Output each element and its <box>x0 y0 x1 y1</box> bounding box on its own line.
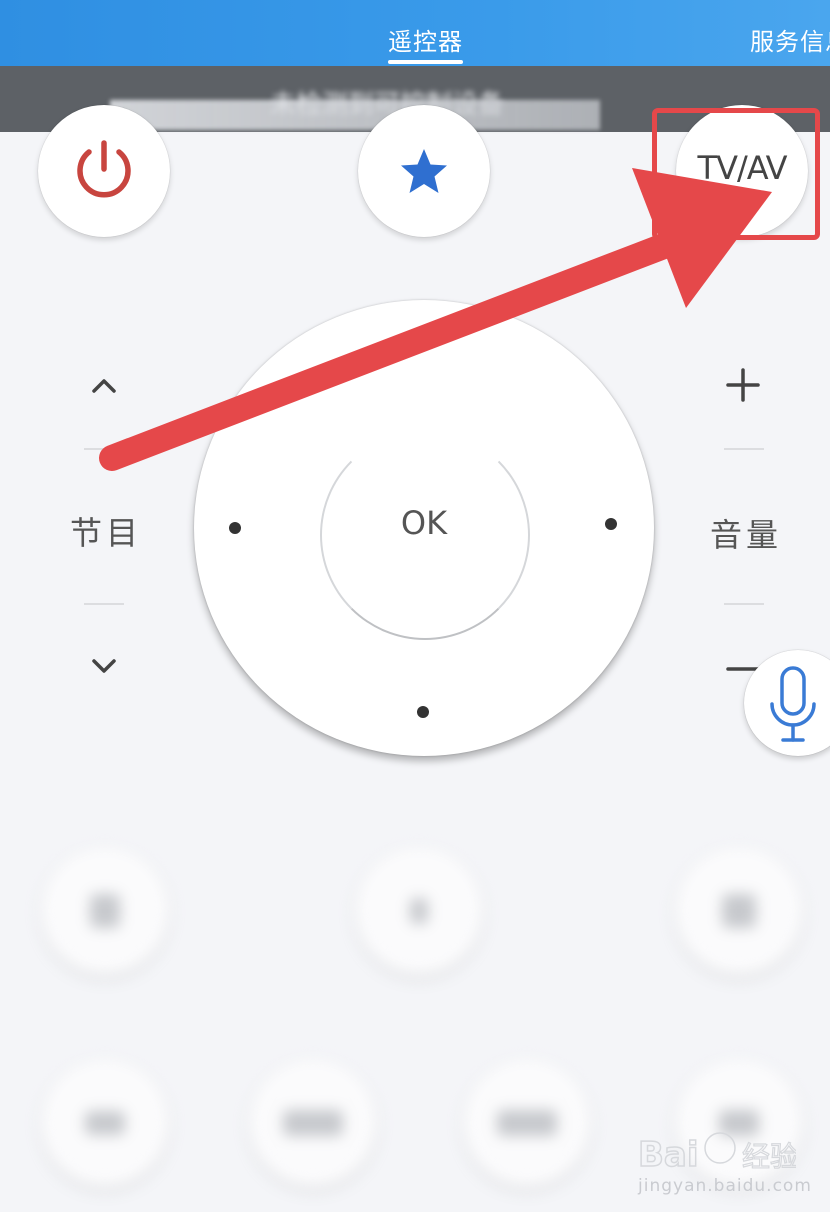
annotation-arrow <box>99 168 772 471</box>
svg-text:Bai: Bai <box>638 1135 699 1175</box>
svg-text:经验: 经验 <box>742 1140 796 1173</box>
baidu-jingyan-watermark: Bai 经验 <box>637 1132 796 1176</box>
watermark-url: jingyan.baidu.com <box>638 1176 812 1196</box>
